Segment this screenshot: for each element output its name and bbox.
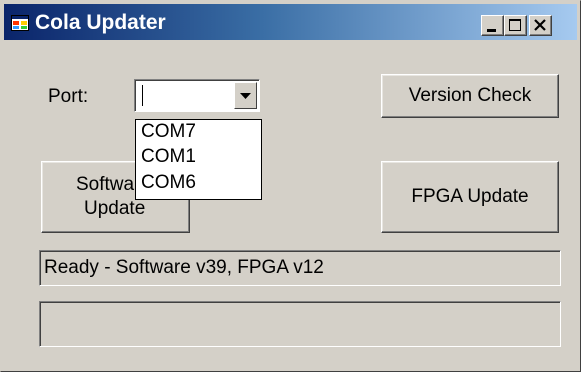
minimize-icon [487,29,496,32]
app-window: Cola Updater Port: Version Check Softwa … [0,0,581,372]
version-check-label: Version Check [408,85,532,106]
minimize-button[interactable] [481,15,504,36]
maximize-button[interactable] [504,15,527,36]
port-option-com7[interactable]: COM7 [141,121,196,143]
maximize-icon [509,19,521,31]
status-text: Ready - Software v39, FPGA v12 [44,257,324,278]
version-check-button[interactable]: Version Check [381,74,559,118]
port-option-com6[interactable]: COM6 [141,172,196,194]
software-update-label-line2: Update [84,198,146,219]
close-icon [534,19,546,31]
status-field: Ready - Software v39, FPGA v12 [39,250,561,286]
progress-bar [39,301,561,347]
port-dropdown-list: COM7 COM1 COM6 [135,119,262,200]
close-button[interactable] [529,15,552,36]
fpga-update-label: FPGA Update [411,186,529,207]
window-title: Cola Updater [35,11,166,34]
fpga-update-button[interactable]: FPGA Update [381,161,559,233]
port-combobox[interactable] [134,79,260,112]
app-icon [11,15,29,31]
title-bar[interactable]: Cola Updater [4,4,577,40]
port-label: Port: [48,86,89,107]
port-dropdown-button[interactable] [234,82,257,109]
port-option-com1[interactable]: COM1 [141,146,196,168]
dropdown-arrow-icon [240,93,251,99]
text-caret [142,85,143,106]
